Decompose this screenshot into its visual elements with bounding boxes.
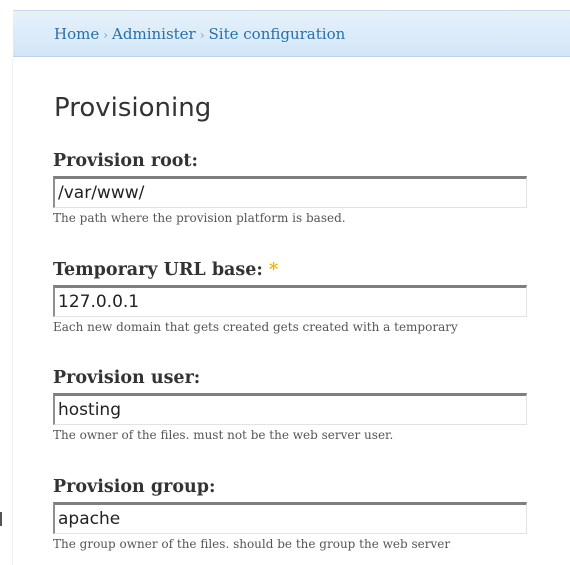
- edge-mark: [0, 512, 2, 526]
- breadcrumb-site-configuration-link[interactable]: Site configuration: [209, 25, 346, 43]
- provision-root-description: The path where the provision platform is…: [53, 211, 346, 225]
- provision-root-label: Provision root:: [53, 151, 198, 171]
- temporary-url-base-input[interactable]: [53, 285, 527, 317]
- provision-user-input[interactable]: [53, 393, 527, 425]
- provision-group-description: The group owner of the files. should be …: [53, 537, 451, 551]
- temporary-url-base-description: Each new domain that gets created gets c…: [53, 320, 458, 334]
- breadcrumb-separator: ›: [103, 28, 109, 42]
- main-content: Provisioning Provision root: The path wh…: [13, 57, 570, 565]
- provision-group-field: Provision group: The group owner of the …: [53, 475, 570, 551]
- page-title: Provisioning: [54, 93, 212, 123]
- provision-user-field: Provision user: The owner of the files. …: [53, 366, 570, 442]
- temporary-url-base-field: Temporary URL base: * Each new domain th…: [53, 258, 570, 334]
- provision-root-field: Provision root: The path where the provi…: [53, 149, 570, 225]
- provision-root-input[interactable]: [53, 176, 527, 208]
- provision-group-input[interactable]: [53, 502, 527, 534]
- breadcrumb-administer-link[interactable]: Administer: [112, 25, 196, 43]
- provision-group-label: Provision group:: [53, 477, 216, 497]
- required-marker: *: [268, 260, 279, 280]
- breadcrumb-home-link[interactable]: Home: [54, 25, 99, 43]
- provision-user-description: The owner of the files. must not be the …: [53, 428, 394, 442]
- breadcrumb: Home › Administer › Site configuration: [54, 25, 345, 43]
- breadcrumb-header: Home › Administer › Site configuration: [13, 10, 570, 57]
- breadcrumb-separator: ›: [199, 28, 205, 42]
- temporary-url-base-label-text: Temporary URL base:: [53, 260, 263, 280]
- left-edge: [0, 0, 13, 565]
- temporary-url-base-label: Temporary URL base: *: [53, 258, 570, 282]
- provision-user-label: Provision user:: [53, 368, 201, 388]
